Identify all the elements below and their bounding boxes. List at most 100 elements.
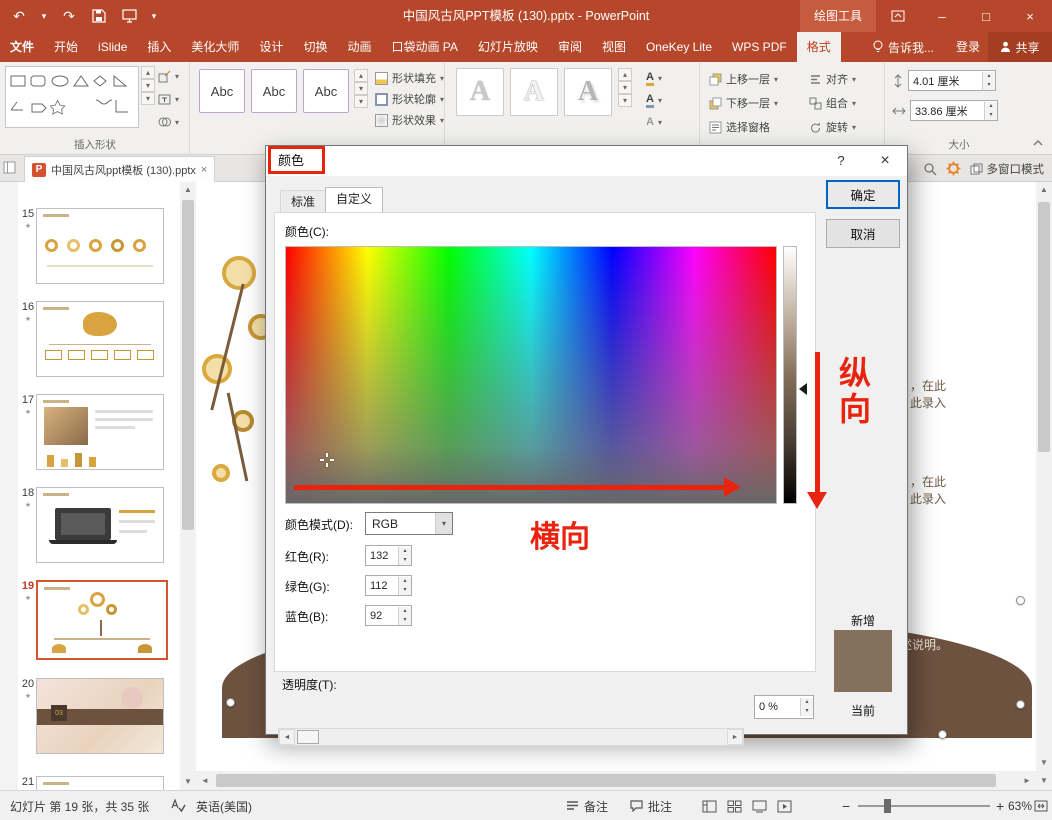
collapse-ribbon-button[interactable] <box>1032 136 1044 150</box>
slide-thumbnail[interactable] <box>36 208 164 284</box>
transparency-slider[interactable]: ◄ ► <box>278 728 744 746</box>
dialog-close-button[interactable]: × <box>865 146 905 176</box>
login-button[interactable]: 登录 <box>956 32 980 62</box>
tab-slideshow[interactable]: 幻灯片放映 <box>468 32 548 62</box>
shapes-scroll-down-icon[interactable]: ▾ <box>141 79 155 92</box>
selection-handle[interactable] <box>1016 700 1025 709</box>
multi-window-button[interactable]: 多窗口模式 <box>970 161 1044 177</box>
language-button[interactable]: 英语(美国) <box>196 791 252 820</box>
transparency-slider-thumb[interactable] <box>297 730 319 744</box>
text-fill-button[interactable]: A ▾ <box>646 68 662 88</box>
wordart-scroll-up-icon[interactable]: ▴ <box>618 68 632 81</box>
document-tab[interactable]: P 中国风古风ppt模板 (130).pptx × <box>24 156 216 182</box>
slider-right-icon[interactable]: ► <box>727 729 743 745</box>
tell-me-box[interactable]: 告诉我... <box>872 32 934 62</box>
edit-shape-button[interactable]: ▾ <box>158 66 179 86</box>
reading-view-button[interactable] <box>748 795 770 817</box>
ok-button[interactable]: 确定 <box>826 180 900 209</box>
zoom-slider[interactable] <box>858 791 990 820</box>
luminance-slider[interactable] <box>783 246 797 504</box>
styles-scroll-up-icon[interactable]: ▴ <box>354 69 368 82</box>
next-slide-button[interactable]: ▼ <box>1036 771 1052 790</box>
blue-up-icon[interactable]: ▴ <box>399 606 411 616</box>
text-box-button[interactable]: ▾ <box>158 89 179 109</box>
wordart-style-2[interactable]: A <box>510 68 558 116</box>
tab-review[interactable]: 审阅 <box>548 32 592 62</box>
green-down-icon[interactable]: ▾ <box>399 585 411 595</box>
notes-button[interactable]: 备注 <box>566 791 608 820</box>
main-horizontal-scrollbar[interactable]: ◄ ► <box>196 771 1036 790</box>
zoom-in-button[interactable]: + <box>996 791 1004 820</box>
scroll-down-icon[interactable]: ▼ <box>1036 755 1052 771</box>
slide-thumbnail[interactable]: 03 <box>36 678 164 754</box>
scroll-right-icon[interactable]: ► <box>1022 773 1032 789</box>
wordart-scroll-down-icon[interactable]: ▾ <box>618 81 632 94</box>
slide-counter[interactable]: 幻灯片 第 19 张，共 35 张 <box>10 791 149 820</box>
selection-handle[interactable] <box>938 730 947 739</box>
selection-pane-button[interactable]: 选择窗格 <box>709 117 778 137</box>
zoom-percentage[interactable]: 63% <box>1008 791 1032 820</box>
red-field[interactable]: 132 ▴ ▾ <box>365 545 412 566</box>
shape-effects-button[interactable]: 形状效果 ▾ <box>375 110 444 130</box>
tab-file[interactable]: 文件 <box>0 32 44 62</box>
dialog-tab-standard[interactable]: 标准 <box>280 190 327 212</box>
wordart-style-3[interactable]: A <box>564 68 612 116</box>
green-field[interactable]: 112 ▴ ▾ <box>365 575 412 596</box>
normal-view-button[interactable] <box>698 795 720 817</box>
shape-height-field[interactable]: 4.01 厘米 ▴ ▾ <box>908 70 996 91</box>
height-down-icon[interactable]: ▾ <box>983 80 995 90</box>
wordart-style-1[interactable]: A <box>456 68 504 116</box>
merge-shapes-button[interactable]: ▾ <box>158 112 179 132</box>
slide-thumbnail[interactable] <box>36 301 164 377</box>
outline-panel-icon[interactable] <box>3 161 16 177</box>
dialog-title-bar[interactable]: 颜色 ? × <box>266 146 907 176</box>
search-enhance-icon[interactable] <box>923 162 937 176</box>
shapes-gallery[interactable] <box>5 66 139 128</box>
width-down-icon[interactable]: ▾ <box>985 110 997 120</box>
maximize-button[interactable]: □ <box>964 0 1008 32</box>
slide-thumbnail[interactable] <box>36 776 164 790</box>
thumbnail-scrollbar-thumb[interactable] <box>182 200 194 530</box>
slideshow-view-button[interactable] <box>773 795 795 817</box>
share-button[interactable]: 共享 <box>988 32 1052 62</box>
document-tab-close-icon[interactable]: × <box>201 164 207 176</box>
thumbnail-scrollbar[interactable]: ▲ ▼ <box>180 182 196 790</box>
fit-to-window-button[interactable] <box>1034 791 1048 820</box>
blue-field[interactable]: 92 ▴ ▾ <box>365 605 412 626</box>
comments-button[interactable]: 批注 <box>630 791 672 820</box>
shape-style-option-3[interactable]: Abc <box>303 69 349 113</box>
minimize-button[interactable]: – <box>920 0 964 32</box>
align-button[interactable]: 对齐 ▾ <box>809 69 856 89</box>
tab-transitions[interactable]: 切换 <box>293 32 337 62</box>
scroll-down-icon[interactable]: ▼ <box>180 774 196 790</box>
styles-scroll-down-icon[interactable]: ▾ <box>354 82 368 95</box>
color-mode-select[interactable]: RGB ▾ <box>365 512 453 535</box>
blue-down-icon[interactable]: ▾ <box>399 615 411 625</box>
tab-pocket-animation[interactable]: 口袋动画 PA <box>381 32 467 62</box>
spell-check-button[interactable] <box>170 791 186 820</box>
horizontal-scrollbar-thumb[interactable] <box>216 774 996 787</box>
shape-style-option-1[interactable]: Abc <box>199 69 245 113</box>
scroll-up-icon[interactable]: ▲ <box>1036 182 1052 198</box>
shape-style-option-2[interactable]: Abc <box>251 69 297 113</box>
tab-view[interactable]: 视图 <box>592 32 636 62</box>
transparency-down-icon[interactable]: ▾ <box>801 707 813 716</box>
color-mode-dropdown-icon[interactable]: ▾ <box>435 513 452 534</box>
dialog-help-button[interactable]: ? <box>821 146 861 176</box>
next-slide-icon[interactable]: ▼ <box>1036 773 1052 789</box>
cancel-button[interactable]: 取消 <box>826 219 900 248</box>
rotate-button[interactable]: 旋转 ▾ <box>809 117 856 137</box>
scroll-up-icon[interactable]: ▲ <box>180 182 196 198</box>
tab-beautify[interactable]: 美化大师 <box>181 32 249 62</box>
tab-insert[interactable]: 插入 <box>137 32 181 62</box>
bring-forward-button[interactable]: 上移一层 ▾ <box>709 69 778 89</box>
tab-islide[interactable]: iSlide <box>88 32 137 62</box>
slide-thumbnail[interactable] <box>36 394 164 470</box>
width-up-icon[interactable]: ▴ <box>985 101 997 111</box>
tab-wps-pdf[interactable]: WPS PDF <box>722 32 797 62</box>
zoom-slider-thumb[interactable] <box>884 799 891 813</box>
red-up-icon[interactable]: ▴ <box>399 546 411 556</box>
slide-thumbnail[interactable] <box>36 487 164 563</box>
zoom-out-button[interactable]: − <box>842 791 850 820</box>
shapes-scroll-up-icon[interactable]: ▴ <box>141 66 155 79</box>
